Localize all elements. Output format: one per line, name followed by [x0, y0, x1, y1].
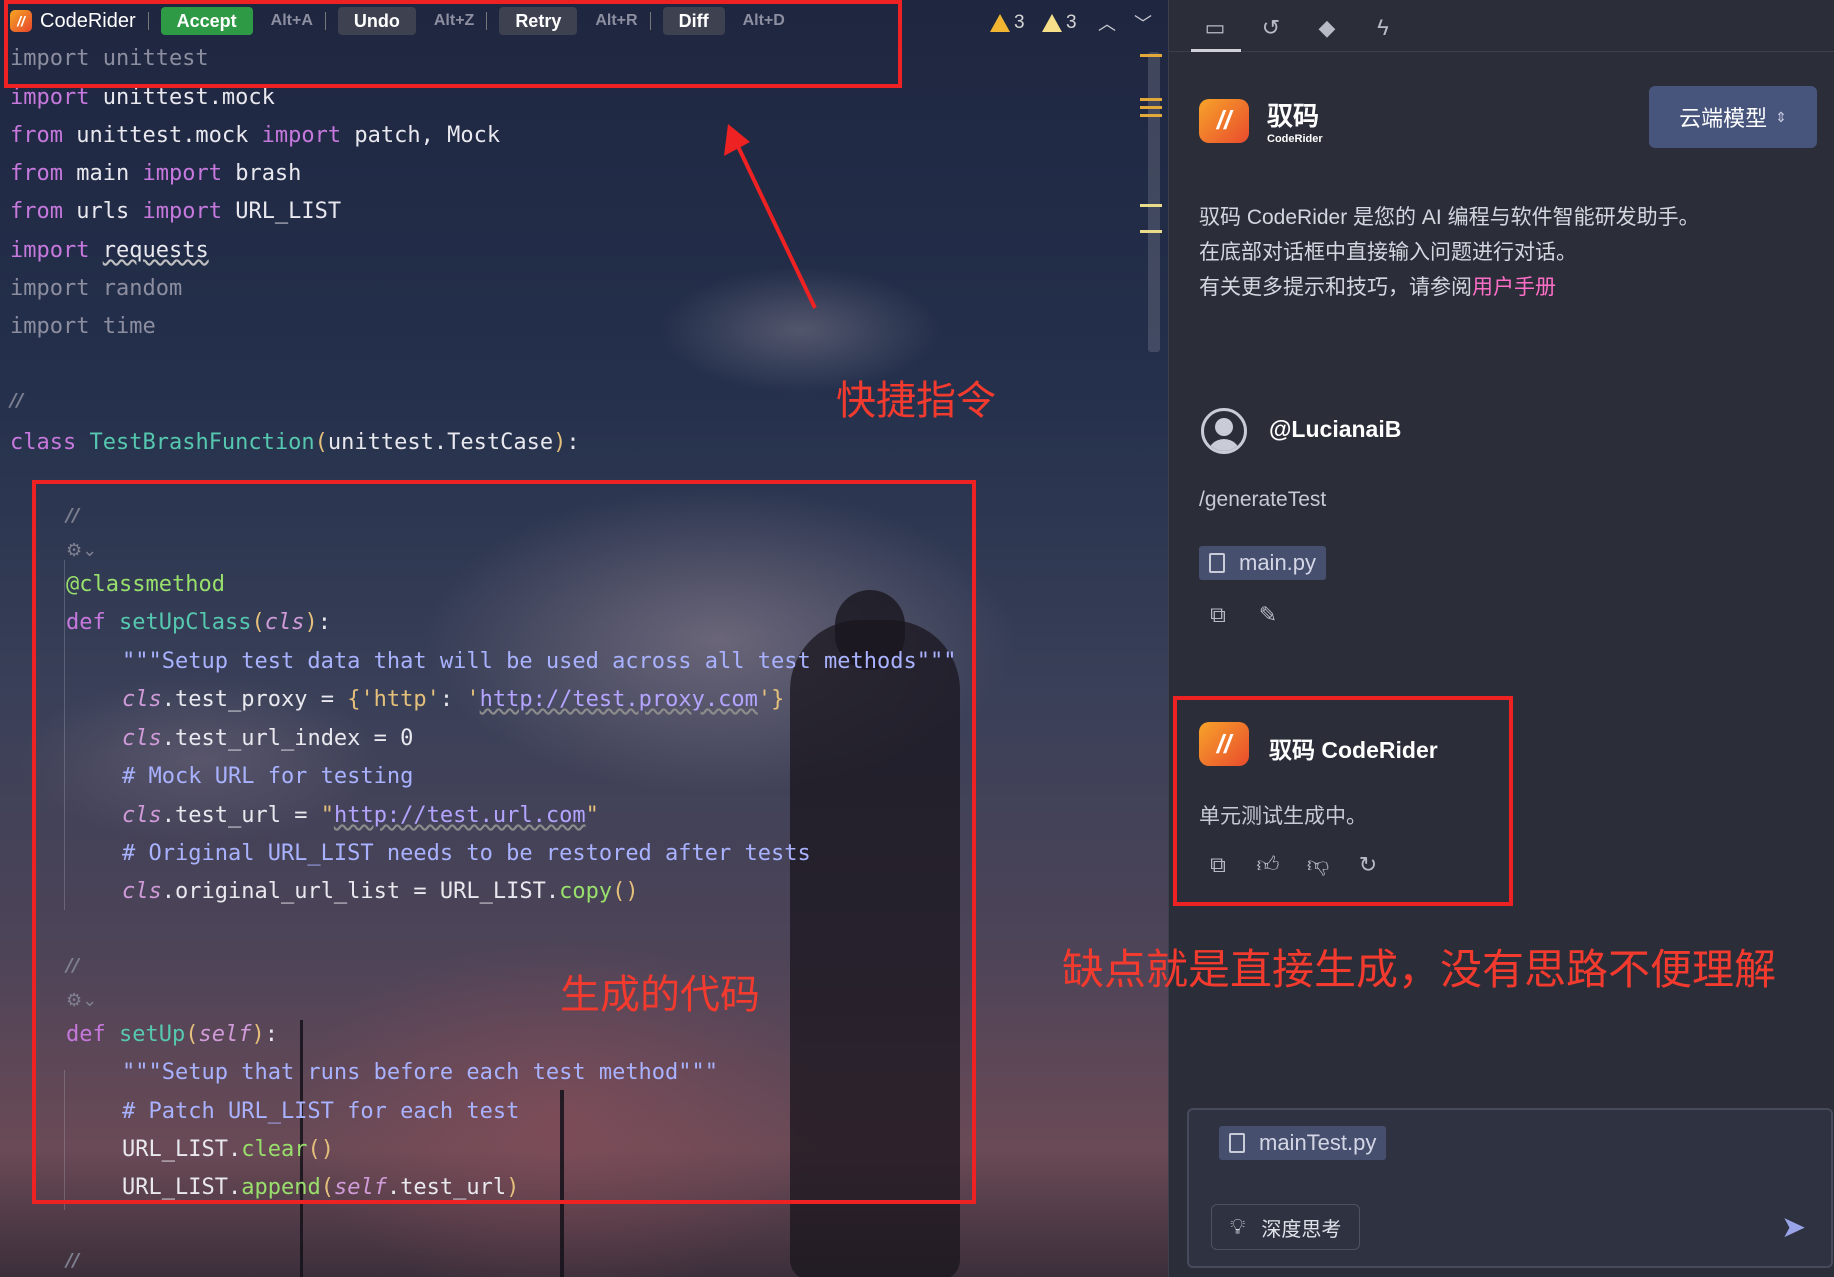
user-manual-link[interactable]: 用户手册: [1472, 276, 1556, 299]
code-line: import time: [10, 314, 156, 339]
scroll-marker: [1140, 54, 1162, 57]
brand-cn: 驭码: [1267, 101, 1320, 131]
coderider-gutter-icon[interactable]: //: [10, 390, 23, 411]
code-line-class: class TestBrashFunction(unittest.TestCas…: [10, 430, 580, 455]
annotation-arrow: [724, 124, 817, 309]
code-line: import random: [10, 276, 183, 301]
user-avatar: [1201, 408, 1247, 454]
panel-tabbar: ▭ ↺ ◆ ϟ: [1169, 0, 1834, 52]
annotation-shortcut-label: 快捷指令: [836, 378, 996, 424]
weak-warnings-count: 3: [1066, 12, 1077, 33]
input-file-chip[interactable]: mainTest.py: [1219, 1126, 1387, 1160]
code-editor[interactable]: // CodeRider Accept Alt+A Undo Alt+Z Ret…: [0, 0, 1168, 1277]
scroll-marker: [1140, 106, 1162, 109]
annotation-box-generated-code: [32, 480, 976, 1204]
annotation-box-bot-reply: [1173, 696, 1513, 906]
deep-think-button[interactable]: 💡︎ 深度思考: [1211, 1204, 1361, 1250]
attached-file-chip[interactable]: main.py: [1199, 546, 1327, 580]
attached-file-name: main.py: [1239, 550, 1317, 575]
chevron-down-icon[interactable]: ﹀: [1134, 10, 1152, 36]
intro-text: 驭码 CodeRider 是您的 AI 编程与软件智能研发助手。 在底部对话框中…: [1199, 200, 1700, 305]
coderider-gutter-icon[interactable]: //: [66, 1250, 79, 1271]
intro-line: 有关更多提示和技巧，请参阅用户手册: [1199, 270, 1700, 305]
brand-en: CodeRider: [1267, 133, 1323, 145]
intro-line: 在底部对话框中直接输入问题进行对话。: [1199, 241, 1577, 264]
weak-warning-icon: [1042, 14, 1062, 32]
assistant-panel: ▭ ↺ ◆ ϟ // 驭码 CodeRider 云端模型 ⇕ 驭码 CodeRi…: [1168, 0, 1834, 1277]
warnings-count: 3: [1014, 12, 1025, 33]
editor-scrollbar[interactable]: [1148, 52, 1160, 352]
code-line: from unittest.mock import patch, Mock: [10, 123, 501, 148]
code-line: import requests: [10, 238, 209, 263]
chat-input-area[interactable]: mainTest.py 💡︎ 深度思考 ➤: [1187, 1108, 1833, 1268]
scroll-marker: [1140, 114, 1162, 117]
model-select-label: 云端模型: [1679, 106, 1768, 131]
warnings-indicator[interactable]: 3: [990, 12, 1025, 34]
weak-warnings-indicator[interactable]: 3: [1042, 12, 1077, 34]
lightbulb-icon: 💡︎: [1230, 1214, 1246, 1239]
annotation-box-toolbar: [4, 0, 902, 88]
annotation-drawback-label: 缺点就是直接生成，没有思路不便理解: [1062, 945, 1777, 994]
lightning-icon[interactable]: ϟ: [1369, 14, 1397, 42]
deep-think-label: 深度思考: [1261, 1218, 1342, 1241]
copy-icon[interactable]: ⧉: [1203, 600, 1233, 630]
model-select[interactable]: 云端模型 ⇕: [1649, 86, 1817, 148]
coderider-logo-icon: //: [1199, 98, 1249, 143]
code-line: from main import brash: [10, 161, 302, 186]
input-file-name: mainTest.py: [1259, 1130, 1377, 1155]
intro-prefix: 有关更多提示和技巧，请参阅: [1199, 276, 1472, 299]
chat-icon[interactable]: ▭: [1201, 14, 1229, 42]
history-icon[interactable]: ↺: [1257, 14, 1285, 42]
send-icon[interactable]: ➤: [1781, 1210, 1806, 1245]
annotation-generated-label: 生成的代码: [560, 972, 760, 1018]
file-icon: [1229, 1133, 1245, 1153]
warning-icon: [990, 14, 1010, 32]
intro-line: 驭码 CodeRider 是您的 AI 编程与软件智能研发助手。: [1199, 206, 1700, 229]
updown-chevron-icon: ⇕: [1775, 108, 1787, 125]
edit-icon[interactable]: ✎: [1253, 600, 1283, 630]
chevron-up-icon[interactable]: ︿: [1098, 10, 1116, 36]
brand-header: // 驭码 CodeRider: [1199, 96, 1323, 145]
gitlab-icon[interactable]: ◆: [1313, 14, 1341, 42]
active-tab-indicator: [1191, 49, 1241, 52]
file-icon: [1209, 553, 1225, 573]
scroll-marker: [1140, 98, 1162, 101]
user-message: /generateTest: [1199, 488, 1327, 511]
code-line: from urls import URL_LIST: [10, 199, 342, 224]
user-name: @LucianaiB: [1269, 416, 1402, 442]
scroll-marker: [1140, 230, 1162, 233]
scroll-marker: [1140, 204, 1162, 207]
